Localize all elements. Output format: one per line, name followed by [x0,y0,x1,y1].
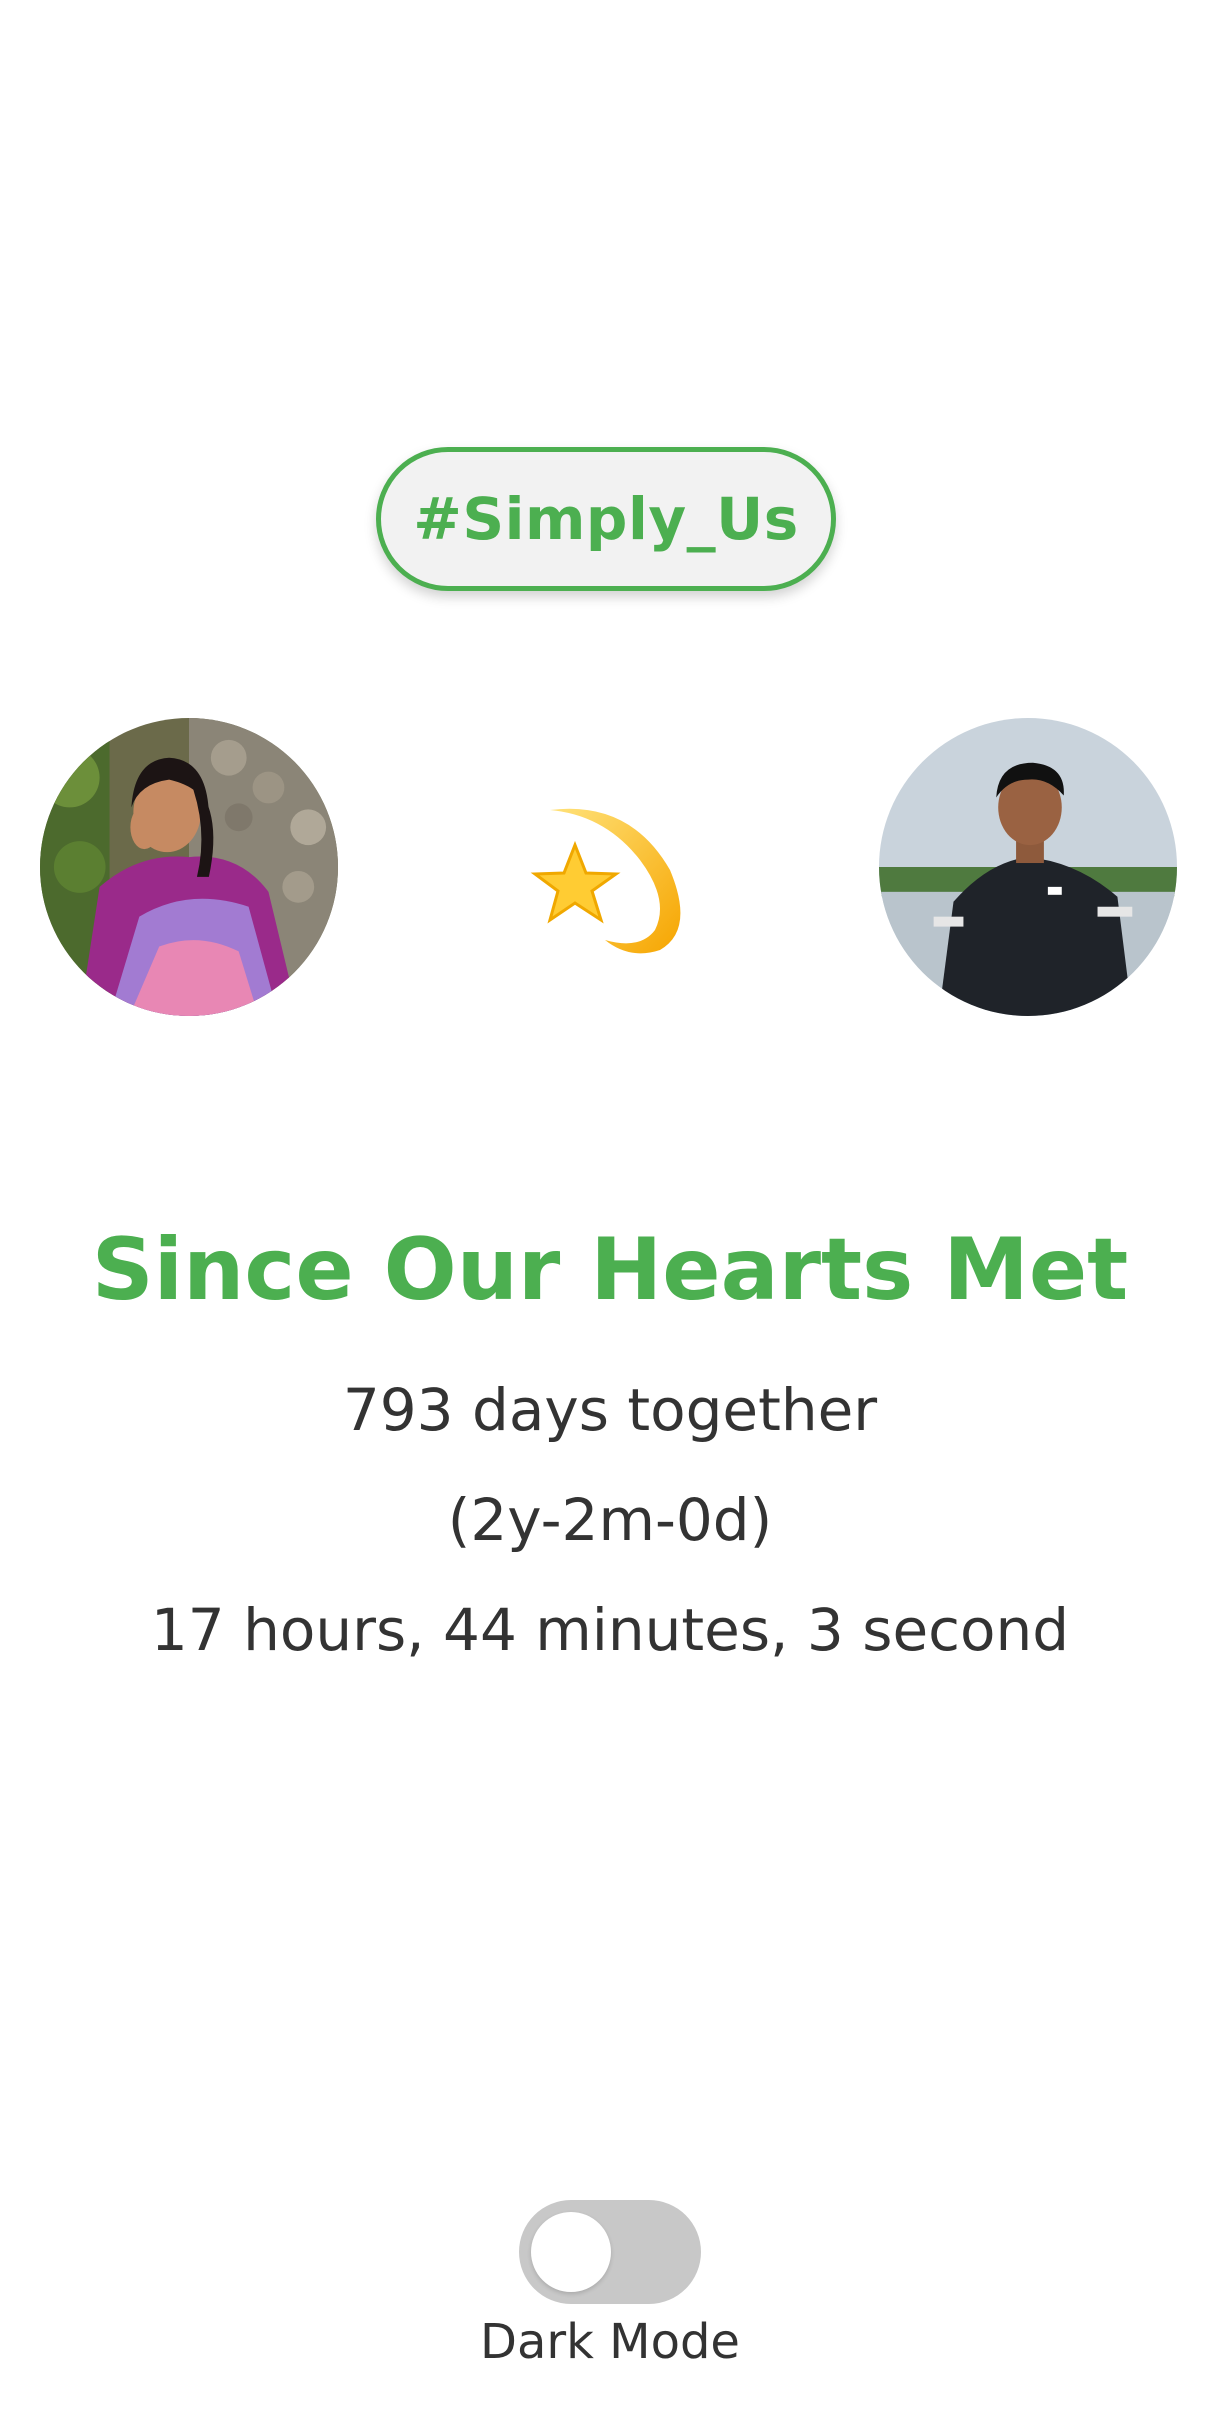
toggle-knob [531,2212,611,2292]
woman-photo-image [40,718,338,1016]
hashtag-label: #Simply_Us [413,485,799,553]
dark-mode-toggle[interactable] [519,2200,701,2304]
hashtag-pill-button[interactable]: #Simply_Us [376,447,836,591]
since-hearts-met-heading: Since Our Hearts Met [91,1220,1129,1320]
man-photo-image [879,718,1177,1016]
days-together-text: 793 days together [342,1376,878,1444]
hours-minutes-seconds-text: 17 hours, 44 minutes, 3 second [150,1596,1070,1664]
dark-mode-label: Dark Mode [480,2314,740,2370]
left-profile-avatar [40,718,338,1016]
dizzy-star-icon [520,790,700,970]
years-months-days-text: (2y-2m-0d) [447,1486,773,1554]
right-profile-avatar [879,718,1177,1016]
